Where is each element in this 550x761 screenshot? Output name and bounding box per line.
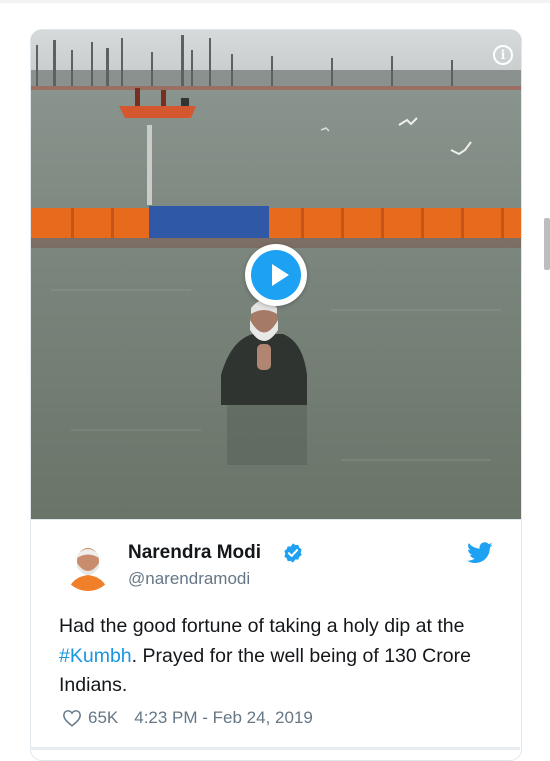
author-handle[interactable]: @narendramodi — [128, 569, 250, 589]
play-button[interactable] — [245, 244, 307, 306]
verified-badge-icon — [284, 543, 302, 563]
twitter-bird-icon[interactable] — [467, 542, 493, 564]
video-thumbnail[interactable]: i — [31, 30, 521, 519]
play-icon — [272, 264, 289, 286]
info-icon[interactable]: i — [493, 45, 513, 65]
scrollbar[interactable] — [544, 218, 550, 270]
heart-icon[interactable] — [62, 709, 82, 727]
hashtag-link[interactable]: #Kumbh — [59, 645, 132, 667]
tweet-meta: 65K 4:23 PM - Feb 24, 2019 — [62, 708, 313, 728]
embedded-tweet-card[interactable]: i Narendra Modi @narendramodi Had the go… — [30, 29, 522, 761]
tweet-text: Had the good fortune of taking a holy di… — [59, 612, 499, 701]
top-divider — [0, 0, 550, 3]
avatar-portrait — [62, 539, 114, 591]
like-count[interactable]: 65K — [88, 708, 118, 728]
tweet-body: Narendra Modi @narendramodi Had the good… — [31, 519, 521, 760]
author-name[interactable]: Narendra Modi — [128, 542, 261, 564]
tweet-text-before: Had the good fortune of taking a holy di… — [59, 615, 465, 637]
avatar[interactable] — [62, 539, 114, 591]
timestamp[interactable]: 4:23 PM - Feb 24, 2019 — [134, 708, 313, 728]
play-icon-circle — [251, 250, 301, 300]
